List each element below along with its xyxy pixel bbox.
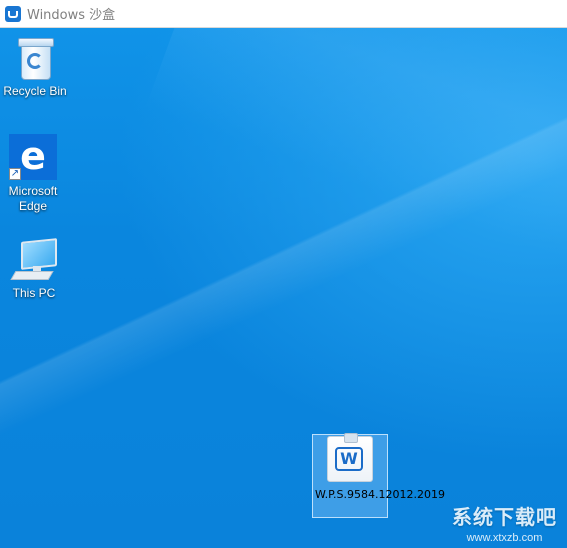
wallpaper-light-beam [145, 28, 567, 314]
desktop-icon-microsoft-edge[interactable]: e ↗ Microsoft Edge [0, 134, 68, 214]
wps-logo: W [335, 447, 363, 471]
site-watermark: 系统下载吧 www.xtxzb.com [452, 501, 557, 544]
desktop-icon-label: Microsoft Edge [8, 184, 58, 213]
window-title-bar[interactable]: Windows 沙盒 [0, 0, 567, 28]
desktop-icon-label: Recycle Bin [3, 84, 67, 98]
this-pc-icon [10, 238, 57, 282]
desktop-icon-recycle-bin[interactable]: Recycle Bin [0, 36, 70, 99]
desktop-icon-label: W.P.S.9584.12012.2019 [315, 488, 445, 501]
sandbox-icon [5, 5, 21, 22]
desktop-icon-wps-installer[interactable]: W W.P.S.9584.12012.2019 [312, 433, 445, 501]
edge-glyph: e [20, 133, 46, 178]
wps-installer-icon: W [327, 433, 373, 482]
desktop-icon-label: This PC [12, 286, 56, 300]
recycle-bin-icon [17, 36, 54, 80]
watermark-url: www.xtxzb.com [466, 532, 543, 544]
desktop-icon-this-pc[interactable]: This PC [0, 238, 69, 301]
shortcut-arrow-icon: ↗ [9, 168, 21, 180]
edge-icon: e ↗ [9, 134, 57, 180]
watermark-text: 系统下载吧 [452, 505, 557, 529]
window-title: Windows 沙盒 [27, 8, 116, 23]
desktop[interactable]: Recycle Bin e ↗ Microsoft Edge This PC W… [0, 28, 567, 548]
